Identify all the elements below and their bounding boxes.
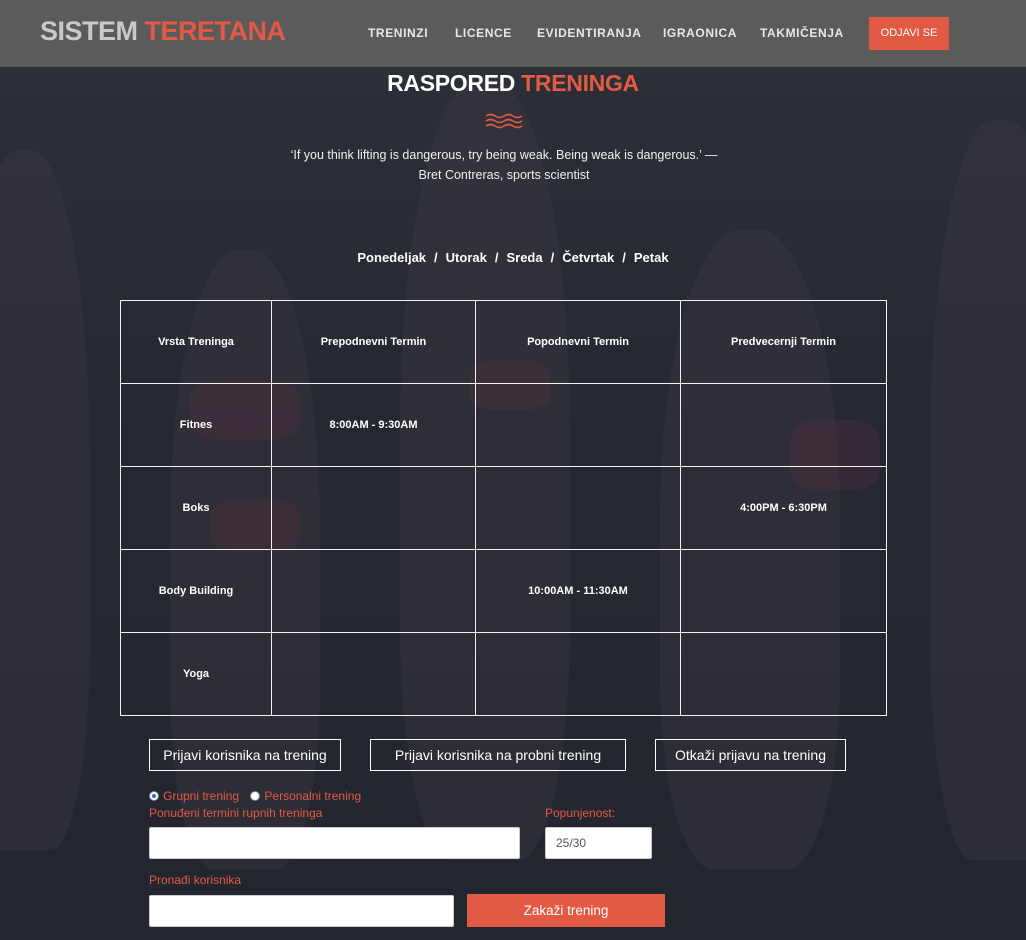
radio-personal-training[interactable]: Personalni trening <box>250 789 361 803</box>
register-user-button[interactable]: Prijavi korisnika na trening <box>149 739 341 771</box>
slot-cell[interactable] <box>680 383 887 467</box>
schedule-training-button[interactable]: Zakaži trening <box>467 894 665 927</box>
header-training-type: Vrsta Treninga <box>120 300 272 384</box>
day-link-ponedeljak[interactable]: Ponedeljak <box>357 250 426 265</box>
training-type-cell: Yoga <box>120 632 272 716</box>
table-row: Body Building 10:00AM - 11:30AM <box>120 549 887 633</box>
title-part2: TRENINGA <box>521 70 639 96</box>
terms-input[interactable] <box>149 827 520 859</box>
header-evening: Predvecernji Termin <box>680 300 887 384</box>
slot-cell[interactable] <box>475 466 681 550</box>
table-row: Yoga <box>120 632 887 716</box>
radio-group-training[interactable]: Grupni trening <box>149 789 239 803</box>
training-type-cell: Boks <box>120 466 272 550</box>
cancel-registration-button[interactable]: Otkaži prijavu na trening <box>655 739 846 771</box>
slot-cell[interactable]: 10:00AM - 11:30AM <box>475 549 681 633</box>
slot-cell[interactable]: 4:00PM - 6:30PM <box>680 466 887 550</box>
header-afternoon: Popodnevni Termin <box>475 300 681 384</box>
radio-personal-label: Personalni trening <box>264 789 362 803</box>
training-type-cell: Fitnes <box>120 383 272 467</box>
radio-unselected-icon <box>250 791 261 801</box>
training-type-cell: Body Building <box>120 549 272 633</box>
register-trial-button[interactable]: Prijavi korisnika na probni trening <box>370 739 626 771</box>
table-row: Boks 4:00PM - 6:30PM <box>120 466 887 550</box>
slot-cell[interactable] <box>271 549 476 633</box>
find-user-label: Pronađi korisnika <box>149 873 242 887</box>
occupancy-label: Popunjenost: <box>545 806 616 820</box>
page-title: RASPORED TRENINGA <box>0 70 1026 97</box>
motivational-quote: ‘If you think lifting is dangerous, try … <box>290 148 718 182</box>
slot-cell[interactable] <box>271 632 476 716</box>
terms-label: Ponuđeni termini rupnih treninga <box>149 806 323 820</box>
radio-group-label: Grupni trening <box>163 789 240 803</box>
slot-cell[interactable] <box>271 466 476 550</box>
title-part1: RASPORED <box>387 70 516 96</box>
day-link-petak[interactable]: Petak <box>634 250 669 265</box>
day-link-cetvrtak[interactable]: Četvrtak <box>562 250 614 265</box>
slot-cell[interactable] <box>680 549 887 633</box>
schedule-table: Vrsta Treninga Prepodnevni Termin Popodn… <box>120 300 887 716</box>
find-user-input[interactable] <box>149 895 454 927</box>
day-selector: Ponedeljak / Utorak / Sreda / Četvrtak / Petak <box>357 250 669 265</box>
day-link-sreda[interactable]: Sreda <box>506 250 542 265</box>
table-row: Fitnes 8:00AM - 9:30AM <box>120 383 887 467</box>
wave-divider-icon <box>485 113 523 129</box>
table-header-row: Vrsta Treninga Prepodnevni Termin Popodn… <box>120 300 887 384</box>
header-morning: Prepodnevni Termin <box>271 300 476 384</box>
slot-cell[interactable] <box>680 632 887 716</box>
slot-cell[interactable] <box>475 632 681 716</box>
occupancy-input[interactable] <box>545 827 652 859</box>
training-type-radio-group: Grupni trening Personalni trening <box>149 789 369 804</box>
radio-selected-icon <box>149 791 159 801</box>
slot-cell[interactable] <box>475 383 681 467</box>
slot-cell[interactable]: 8:00AM - 9:30AM <box>271 383 476 467</box>
day-link-utorak[interactable]: Utorak <box>446 250 487 265</box>
